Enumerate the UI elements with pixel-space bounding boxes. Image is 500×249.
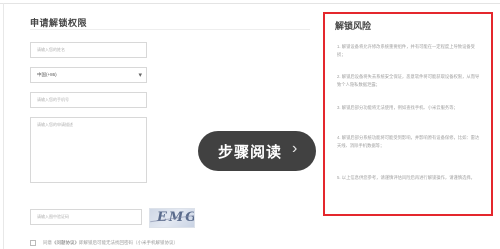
- region-select[interactable]: 中国(+86) ▾: [30, 67, 147, 83]
- agreement-text: 同意《问题协议》即解锁后可能无法找回密码（小米手机解锁协议）: [43, 240, 178, 246]
- region-value: 中国(+86): [37, 72, 57, 77]
- phone-placeholder: 请输入您的手机号: [37, 97, 69, 102]
- dropdown-caret-icon: ▾: [138, 72, 142, 79]
- phone-input[interactable]: 请输入您的手机号: [30, 92, 147, 108]
- name-placeholder: 请输入您的姓名: [37, 47, 65, 52]
- description-textarea[interactable]: 请输入您的申请描述: [30, 117, 147, 183]
- captcha-input[interactable]: 请输入图中验证码: [30, 209, 142, 225]
- chevron-right-icon: ›: [292, 140, 298, 157]
- agreement-link[interactable]: 《问题协议》: [52, 240, 79, 245]
- risk-item-1: 1. 解锁设备将允许修改系统重要组件，并有可能在一定程度上导致设备受损；: [337, 44, 475, 57]
- form-title: 申请解锁权限: [30, 18, 88, 28]
- captcha-placeholder: 请输入图中验证码: [37, 214, 69, 219]
- risk-item-4: 4. 解锁后部分系统功能将可能受到影响，并影响原有设备保修，比如：雷达天线、消除…: [337, 135, 480, 148]
- captcha-image[interactable]: EMGE: [149, 208, 195, 228]
- risk-item-5: 5. 以上信息供您参考，请谨慎评估风险后再进行解锁操作，请谨慎选择。: [337, 175, 475, 180]
- unlock-application-form: 申请解锁权限 请输入您的姓名 中国(+86) ▾ 请输入您的手机号 请输入您的申…: [0, 0, 320, 249]
- agreement-suffix: 即解锁后可能无法找回密码（小米手机解锁协议）: [79, 240, 178, 245]
- agreement-prefix: 同意: [43, 240, 52, 245]
- risk-title: 解锁风险: [335, 21, 372, 31]
- step-reading-button[interactable]: 步骤阅读 ›: [198, 131, 316, 171]
- risk-item-3: 3. 解锁后部分功能将无法使用，例如查找手机、小米云服务等；: [337, 105, 458, 110]
- name-input[interactable]: 请输入您的姓名: [30, 42, 147, 58]
- description-placeholder: 请输入您的申请描述: [37, 122, 73, 127]
- title-divider: [30, 29, 310, 30]
- step-reading-label: 步骤阅读: [218, 144, 283, 161]
- agreement-checkbox[interactable]: [30, 240, 36, 246]
- unlock-risk-panel: 解锁风险 1. 解锁设备将允许修改系统重要组件，并有可能在一定程度上导致设备受损…: [323, 12, 493, 216]
- risk-item-2: 2. 解锁后设备将失去系统安全保证，恶意软件将可能获取设备权限，从而导致个人隐私…: [337, 74, 480, 87]
